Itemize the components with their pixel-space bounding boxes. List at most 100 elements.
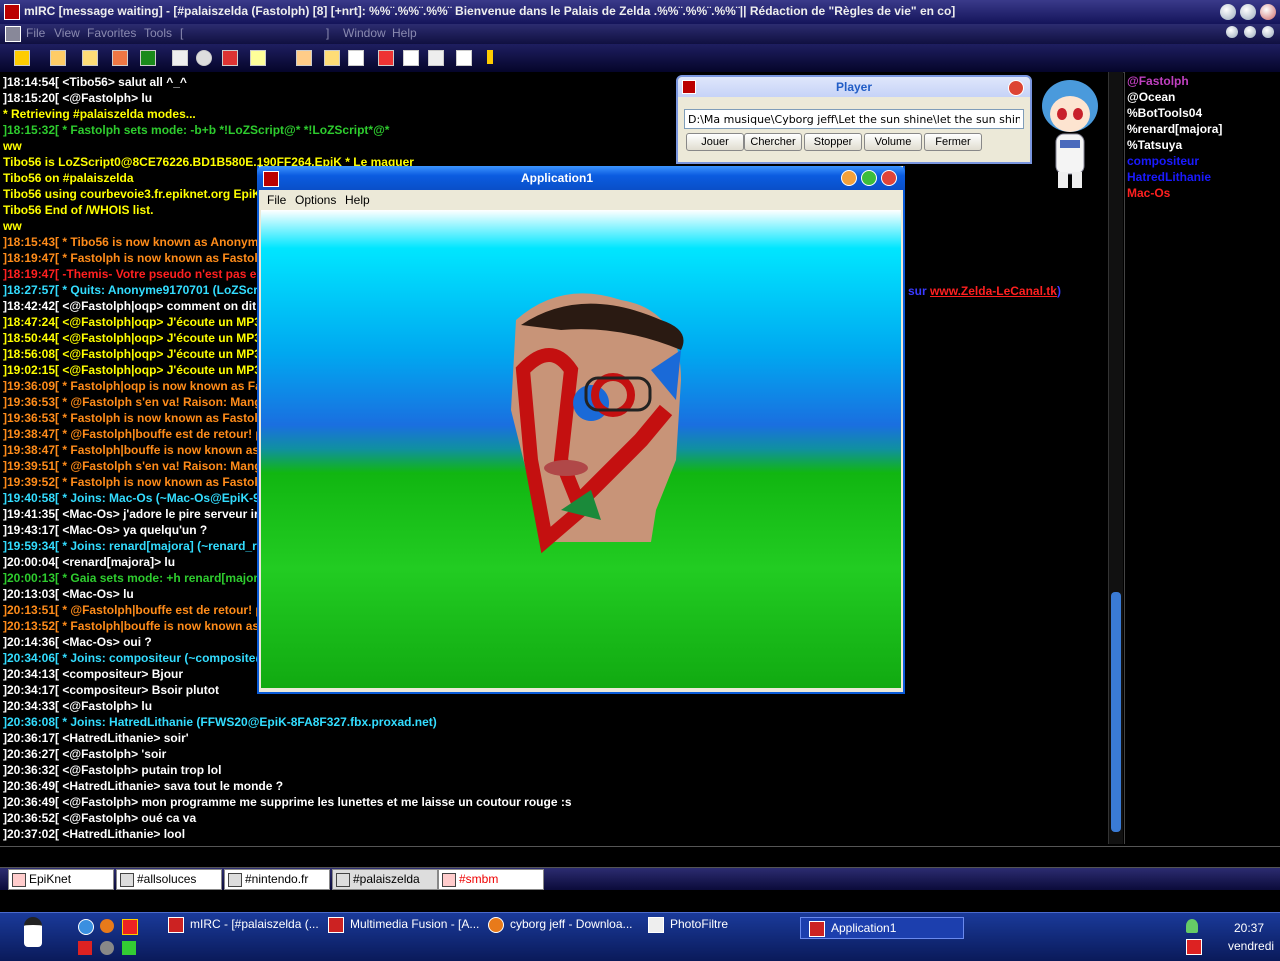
chat-message: * Joins: Mac-Os (~Mac-Os@EpiK-9: [59, 491, 260, 505]
cascade-icon[interactable]: [487, 50, 493, 64]
main-title-bar[interactable]: mIRC [message waiting] - [#palaiszelda (…: [0, 0, 1280, 25]
chat-line: ]19:38:47[ * @Fastolph|bouffe est de ret…: [3, 427, 263, 443]
quicklaunch-palette-icon[interactable]: [122, 941, 136, 955]
options-icon[interactable]: [50, 50, 66, 66]
render-canvas[interactable]: [261, 210, 901, 688]
close-button[interactable]: [1260, 4, 1276, 20]
menu-view[interactable]: View: [54, 26, 80, 40]
chat-line: ]20:34:06[ * Joins: compositeur (~compos…: [3, 651, 267, 667]
app-menu-file[interactable]: File: [267, 193, 286, 207]
nick-entry[interactable]: @Ocean: [1127, 90, 1175, 104]
switch-nintendo[interactable]: #nintendo.fr: [224, 869, 330, 890]
switch-palaiszelda[interactable]: #palaiszelda: [332, 869, 438, 890]
mdi-restore-icon[interactable]: [1244, 26, 1256, 38]
play-button[interactable]: Jouer: [686, 133, 744, 151]
application1-window[interactable]: Application1 File Options Help: [257, 166, 905, 694]
notes-icon[interactable]: [348, 50, 364, 66]
chat-timestamp: ]20:36:32[: [3, 763, 60, 777]
notify-icon[interactable]: [324, 50, 340, 66]
chat-message: <HatredLithanie> sava tout le monde ?: [59, 779, 284, 793]
tray-user-icon[interactable]: [1186, 919, 1198, 933]
app-menu-help[interactable]: Help: [345, 193, 370, 207]
chat-timestamp: ]18:50:44[: [3, 331, 60, 345]
tool-icon-4[interactable]: [112, 50, 128, 66]
start-penguin-icon[interactable]: [24, 917, 42, 947]
script-editor-icon[interactable]: [140, 50, 156, 66]
quicklaunch-ie-icon[interactable]: [78, 919, 94, 935]
chat-line: ]19:39:52[ * Fastolph is now known as Fa…: [3, 475, 265, 491]
chat-message: <Mac-Os> j'adore le pire serveur ir: [59, 507, 259, 521]
tool-icon-9[interactable]: [250, 50, 266, 66]
search-button[interactable]: Chercher: [744, 133, 802, 151]
app-maximize-button[interactable]: [861, 170, 877, 186]
quicklaunch-disc-icon[interactable]: [100, 941, 114, 955]
nick-entry[interactable]: compositeur: [1127, 154, 1199, 168]
task-mirc[interactable]: mIRC - [#palaiszelda (...: [168, 917, 319, 939]
chat-timestamp: ]19:41:35[: [3, 507, 60, 521]
tool-icon-13[interactable]: [378, 50, 394, 66]
tile-icon[interactable]: [456, 50, 472, 66]
chat-scroll-thumb[interactable]: [1111, 592, 1121, 832]
nick-entry[interactable]: %BotTools04: [1127, 106, 1202, 120]
window-menu-icon[interactable]: [5, 26, 21, 42]
nick-entry[interactable]: Mac-Os: [1127, 186, 1170, 200]
nick-entry[interactable]: HatredLithanie: [1127, 170, 1211, 184]
mdi-minimize-icon[interactable]: [1226, 26, 1238, 38]
chat-timestamp: ]18:19:47[: [3, 251, 60, 265]
app-close-button[interactable]: [881, 170, 897, 186]
minimize-button[interactable]: [1220, 4, 1236, 20]
player-title-bar[interactable]: Player: [678, 77, 1030, 97]
app-menu-options[interactable]: Options: [295, 193, 336, 207]
tool-icon-15[interactable]: [428, 50, 444, 66]
menu-tools[interactable]: Tools: [144, 26, 172, 40]
tray-flashget-icon[interactable]: [1186, 939, 1202, 955]
task-photofiltre[interactable]: PhotoFiltre: [648, 917, 728, 939]
mirc-app-icon[interactable]: [4, 4, 20, 20]
nick-list[interactable]: @Fastolph @Ocean %BotTools04 %renard[majora…: [1124, 72, 1280, 844]
app-minimize-button[interactable]: [841, 170, 857, 186]
volume-button[interactable]: Volume: [864, 133, 922, 151]
track-path-input[interactable]: [684, 109, 1024, 129]
connect-icon[interactable]: [14, 50, 30, 66]
url-icon[interactable]: [403, 50, 419, 66]
task-application1[interactable]: Application1: [800, 917, 964, 939]
player-window[interactable]: Player Jouer Chercher Stopper Volume Fer…: [676, 75, 1032, 164]
switch-smbm[interactable]: #smbm: [438, 869, 544, 890]
chat-message: * Joins: HatredLithanie (FFWS20@EpiK-8FA…: [59, 715, 437, 729]
menu-window[interactable]: Window: [343, 26, 386, 40]
menu-favorites[interactable]: Favorites: [87, 26, 136, 40]
tool-icon-6[interactable]: [172, 50, 188, 66]
chat-scrollbar[interactable]: [1108, 72, 1123, 844]
nick-entry[interactable]: %Tatsuya: [1127, 138, 1182, 152]
timer-icon[interactable]: [196, 50, 212, 66]
mdi-close-icon[interactable]: [1262, 26, 1274, 38]
clock-day: vendredi: [1228, 939, 1275, 953]
task-firefox[interactable]: cyborg jeff - Downloa...: [488, 917, 633, 939]
nick-entry[interactable]: %renard[majora]: [1127, 122, 1222, 136]
chat-line: ]20:36:32[ <@Fastolph> putain trop lol: [3, 763, 221, 779]
nick-entry[interactable]: @Fastolph: [1127, 74, 1189, 88]
tool-icon-10[interactable]: [296, 50, 312, 66]
menu-file[interactable]: File: [26, 26, 45, 40]
maximize-button[interactable]: [1240, 4, 1256, 20]
player-close-button[interactable]: [1008, 80, 1024, 96]
switch-allsoluces[interactable]: #allsoluces: [116, 869, 222, 890]
quicklaunch-grid-icon[interactable]: [122, 919, 138, 935]
channels-folder-icon[interactable]: [82, 50, 98, 66]
chat-message: ww: [3, 139, 22, 153]
switch-epiknet[interactable]: EpiKnet: [8, 869, 114, 890]
close-player-button[interactable]: Fermer: [924, 133, 982, 151]
quicklaunch-firefox-icon[interactable]: [100, 919, 114, 933]
chat-timestamp: ]20:34:13[: [3, 667, 60, 681]
quicklaunch-mmf-icon[interactable]: [78, 941, 92, 955]
chat-message: Tibo56 on #palaiszelda: [3, 171, 134, 185]
app-title-bar[interactable]: Application1: [257, 166, 905, 190]
task-multimedia-fusion[interactable]: Multimedia Fusion - [A...: [328, 917, 479, 939]
chat-line: ]18:27:57[ * Quits: Anonyme9170701 (LoZS…: [3, 283, 258, 299]
chat-message: * @Fastolph s'en va! Raison: Mang: [59, 395, 262, 409]
stop-button[interactable]: Stopper: [804, 133, 862, 151]
zelda-canal-link[interactable]: www.Zelda-LeCanal.tk: [930, 284, 1057, 298]
message-input[interactable]: [0, 846, 1280, 868]
colors-icon[interactable]: [222, 50, 238, 66]
menu-help[interactable]: Help: [392, 26, 417, 40]
